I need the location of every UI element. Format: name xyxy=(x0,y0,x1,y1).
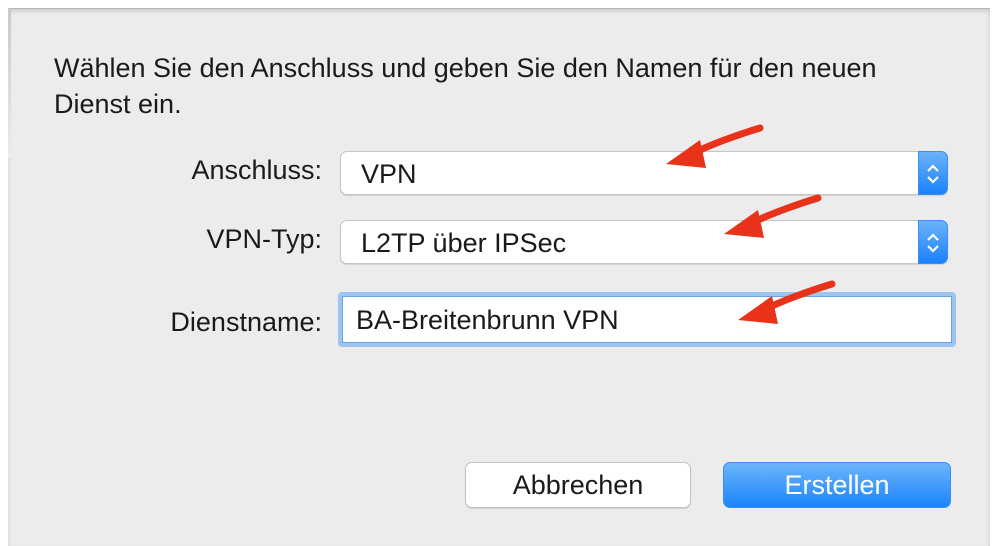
service-name-label: Dienstname: xyxy=(170,307,322,337)
cancel-button[interactable]: Abbrechen xyxy=(465,462,691,508)
sheet-edge-shadow xyxy=(8,8,11,158)
vpn-type-popup-stepper[interactable] xyxy=(918,220,948,264)
service-name-value: BA-Breitenbrunn VPN xyxy=(356,305,619,335)
interface-popup-stepper[interactable] xyxy=(918,151,948,195)
create-button[interactable]: Erstellen xyxy=(723,462,951,508)
annotation-arrow-icon xyxy=(666,124,764,168)
annotation-arrow-icon xyxy=(738,280,836,324)
vpn-type-popup[interactable]: L2TP über IPSec xyxy=(340,220,948,264)
interface-value: VPN xyxy=(361,159,417,189)
interface-popup[interactable]: VPN xyxy=(340,151,948,195)
annotation-arrow-icon xyxy=(724,194,822,238)
up-down-chevron-icon xyxy=(927,233,939,253)
vpn-type-label: VPN-Typ: xyxy=(206,224,322,254)
dialog-prompt: Wählen Sie den Anschluss und geben Sie d… xyxy=(54,53,877,119)
service-name-field[interactable]: BA-Breitenbrunn VPN xyxy=(338,292,956,347)
interface-label: Anschluss: xyxy=(191,155,322,185)
up-down-chevron-icon xyxy=(927,164,939,184)
vpn-type-value: L2TP über IPSec xyxy=(361,228,567,258)
